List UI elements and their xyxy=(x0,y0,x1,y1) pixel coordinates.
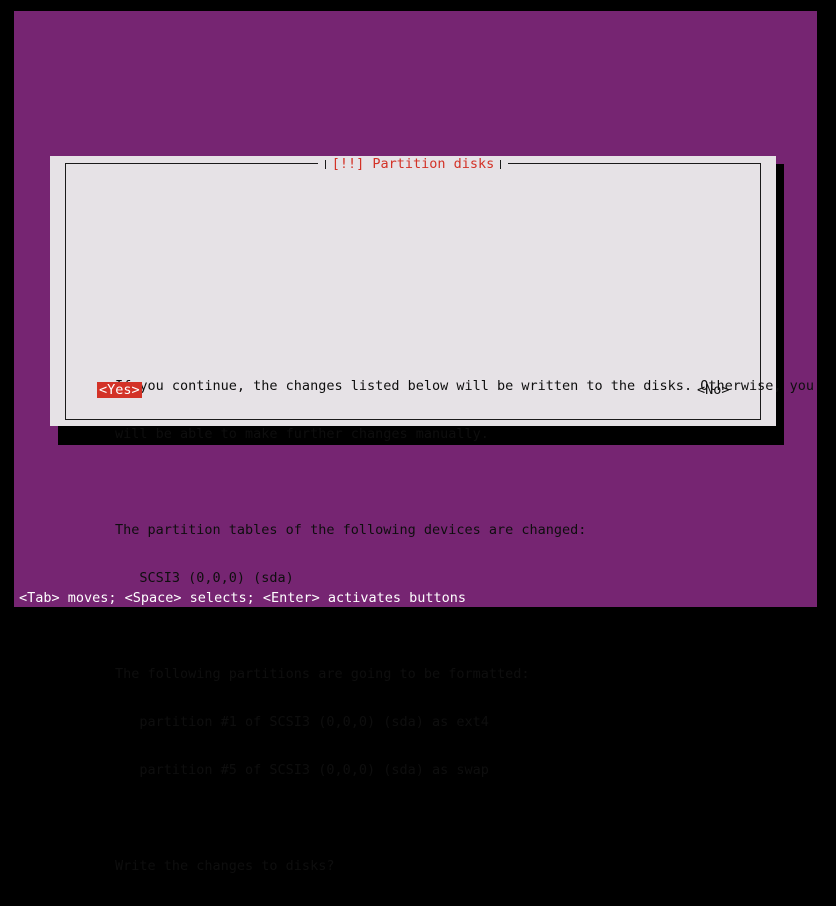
dialog-body-text: If you continue, the changes listed belo… xyxy=(115,346,815,906)
body-line-device: SCSI3 (0,0,0) (sda) xyxy=(115,570,294,586)
no-button[interactable]: <No> xyxy=(695,382,732,398)
dialog-button-row: <Yes> <No> xyxy=(50,382,776,398)
status-bar-hints: <Tab> moves; <Space> selects; <Enter> ac… xyxy=(14,590,817,607)
body-line-blank xyxy=(115,810,815,826)
body-line: The following partitions are going to be… xyxy=(115,666,530,682)
body-line-blank xyxy=(115,474,815,490)
body-line-partition: partition #5 of SCSI3 (0,0,0) (sda) as s… xyxy=(115,762,489,778)
body-line: The partition tables of the following de… xyxy=(115,522,587,538)
body-line-partition: partition #1 of SCSI3 (0,0,0) (sda) as e… xyxy=(115,714,489,730)
yes-button[interactable]: <Yes> xyxy=(97,382,142,398)
terminal-screen: [!!] Partition disks If you continue, th… xyxy=(0,0,836,874)
body-line-question: Write the changes to disks? xyxy=(115,858,335,874)
body-line: will be able to make further changes man… xyxy=(115,426,489,442)
body-line-blank xyxy=(115,618,815,634)
